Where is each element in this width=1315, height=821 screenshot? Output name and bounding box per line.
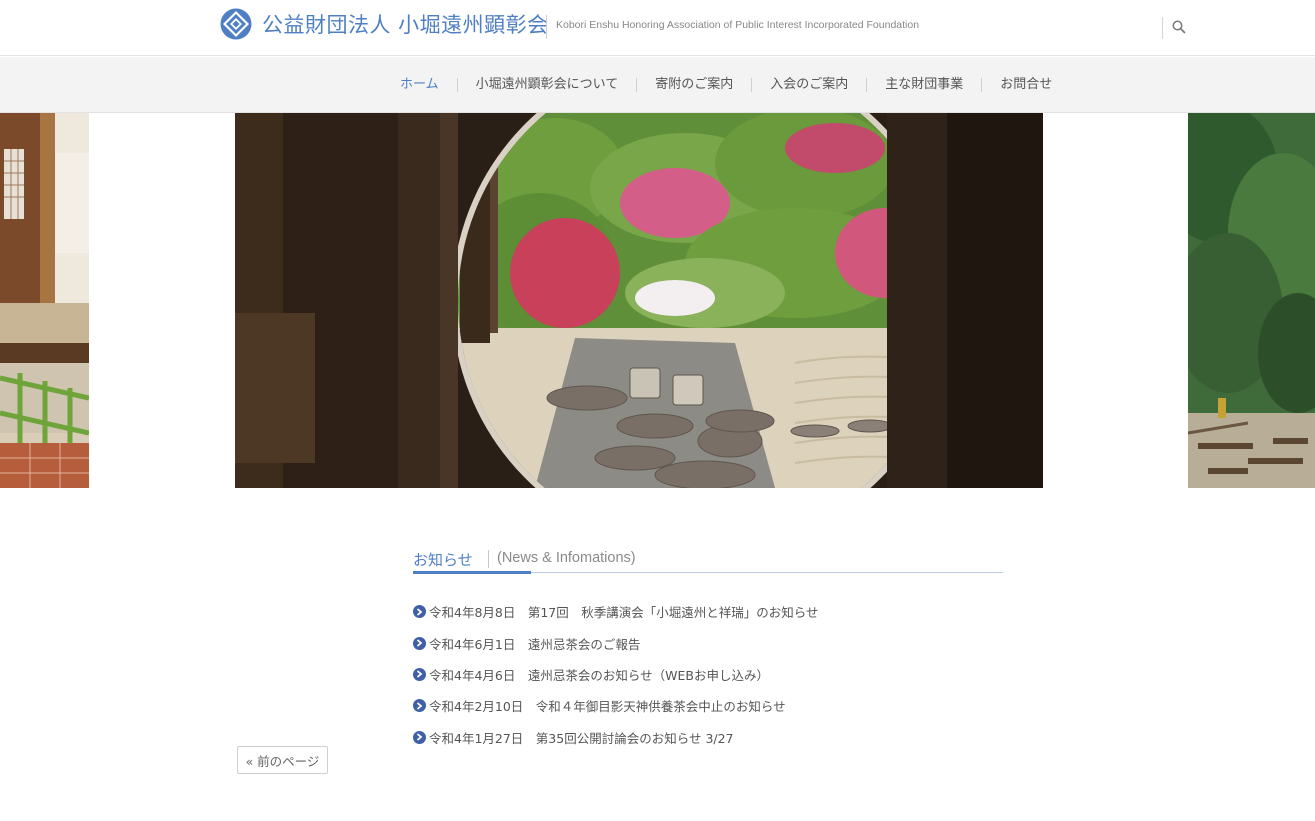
hero-slide-moon-window-garden[interactable] [235,113,1043,488]
title-divider [546,15,547,39]
news-section: お知らせ (News & Infomations) 令和4年8月8日 第17回 … [413,546,1003,753]
nav-item-membership[interactable]: 入会のご案内 [751,78,866,92]
news-item-link[interactable]: 令和4年6月1日 遠州忌茶会のご報告 [429,634,640,653]
news-item[interactable]: 令和4年6月1日 遠州忌茶会のご報告 [413,627,1003,658]
news-item[interactable]: 令和4年4月6日 遠州忌茶会のお知らせ（WEBお申し込み） [413,659,1003,690]
search-icon[interactable] [1171,19,1187,35]
nav-item-contact[interactable]: お問合せ [981,78,1070,92]
chevron-right-circle-icon [413,699,426,713]
nav-item-donation[interactable]: 寄附のご案内 [636,78,751,92]
slide-next[interactable] [1188,113,1315,488]
news-item-link[interactable]: 令和4年1月27日 第35回公開討論会のお知らせ 3/27 [429,728,734,747]
site-subtitle: Kobori Enshu Honoring Association of Pub… [556,19,920,31]
main-nav: ホーム 小堀遠州顕彰会について 寄附のご案内 入会のご案内 主な財団事業 お問合… [0,57,1315,113]
site-header: 公益財団法人 小堀遠州顕彰会 Kobori Enshu Honoring Ass… [0,0,1315,56]
site-title[interactable]: 公益財団法人 小堀遠州顕彰会 [262,9,549,39]
nav-item-projects[interactable]: 主な財団事業 [866,78,981,92]
chevron-right-circle-icon [413,730,426,744]
news-title-underline [413,571,531,574]
news-item-link[interactable]: 令和4年8月8日 第17回 秋季講演会「小堀遠州と祥瑞」のお知らせ [429,602,819,621]
news-item-link[interactable]: 令和4年4月6日 遠州忌茶会のお知らせ（WEBお申し込み） [429,665,769,684]
nav-item-about[interactable]: 小堀遠州顕彰会について [456,78,637,92]
news-item-link[interactable]: 令和4年2月10日 令和４年御目影天神供養茶会中止のお知らせ [429,696,786,715]
chevron-right-circle-icon [413,605,426,619]
news-item[interactable]: 令和4年8月8日 第17回 秋季講演会「小堀遠州と祥瑞」のお知らせ [413,596,1003,627]
news-header-divider [488,550,489,568]
chevron-right-circle-icon [413,667,426,681]
news-item[interactable]: 令和4年2月10日 令和４年御目影天神供養茶会中止のお知らせ [413,690,1003,721]
diamond-crest-icon[interactable] [219,8,253,40]
slide-previous[interactable] [0,113,89,488]
nav-list: ホーム 小堀遠州顕彰会について 寄附のご案内 入会のご案内 主な財団事業 お問合… [382,57,1070,113]
previous-page-button[interactable]: « 前のページ [237,746,328,774]
news-title: お知らせ [413,551,473,569]
news-subtitle: (News & Infomations) [497,550,636,566]
chevron-right-circle-icon [413,636,426,650]
nav-item-home[interactable]: ホーム [382,78,457,92]
news-header: お知らせ (News & Infomations) [413,546,1003,574]
search-divider [1162,17,1163,39]
news-item[interactable]: 令和4年1月27日 第35回公開討論会のお知らせ 3/27 [413,722,1003,753]
news-list: 令和4年8月8日 第17回 秋季講演会「小堀遠州と祥瑞」のお知らせ 令和4年6月… [413,596,1003,753]
